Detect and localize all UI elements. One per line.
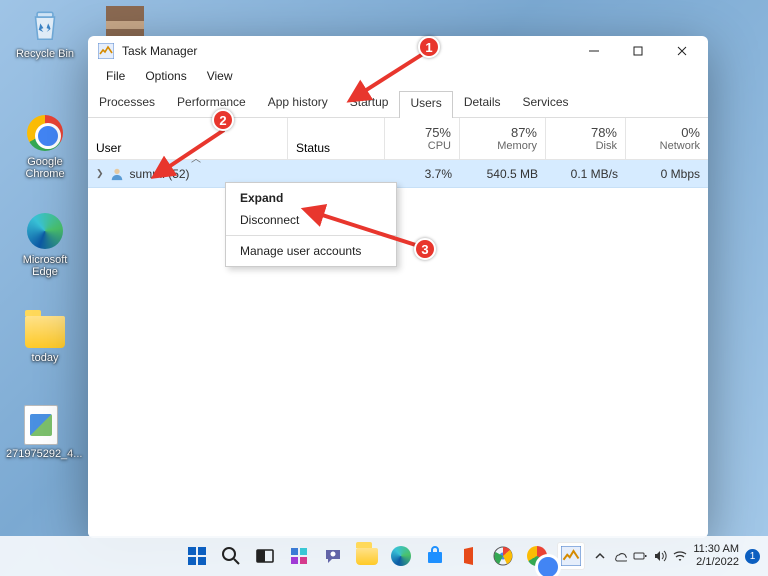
battery-icon[interactable]	[633, 549, 647, 563]
desktop-icon-recycle-bin[interactable]: Recycle Bin	[10, 4, 80, 60]
content-area	[88, 188, 708, 538]
tab-details[interactable]: Details	[453, 90, 512, 117]
clock-date: 2/1/2022	[693, 556, 739, 569]
user-name: summi (52)	[130, 167, 190, 181]
start-button[interactable]	[183, 542, 211, 570]
tabbar: Processes Performance App history Startu…	[88, 90, 708, 118]
disk-pct: 78%	[591, 125, 617, 140]
store-button[interactable]	[421, 542, 449, 570]
mem-label: Memory	[497, 140, 537, 152]
ctx-separator	[226, 235, 396, 236]
clock-time: 11:30 AM	[693, 543, 739, 556]
desktop-icon-image-file[interactable]: 271975292_4...	[6, 404, 76, 460]
window-title: Task Manager	[122, 44, 572, 58]
browser-taskbar[interactable]	[489, 542, 517, 570]
annotation-badge-1: 1	[418, 36, 440, 58]
menubar: File Options View	[88, 66, 708, 90]
user-disk: 0.1 MB/s	[546, 167, 626, 181]
task-manager-taskbar[interactable]	[557, 542, 585, 570]
column-network[interactable]: 0%Network	[626, 118, 708, 159]
clock[interactable]: 11:30 AM 2/1/2022	[693, 543, 739, 568]
widgets-button[interactable]	[285, 542, 313, 570]
context-menu: Expand Disconnect Manage user accounts	[225, 182, 397, 267]
desktop-icon-edge[interactable]: Microsoft Edge	[10, 210, 80, 278]
office-button[interactable]	[455, 542, 483, 570]
annotation-badge-3: 3	[414, 238, 436, 260]
wifi-icon[interactable]	[673, 549, 687, 563]
ctx-manage-accounts[interactable]: Manage user accounts	[226, 240, 396, 262]
maximize-button[interactable]	[616, 37, 660, 65]
tab-processes[interactable]: Processes	[88, 90, 166, 117]
menu-options[interactable]: Options	[135, 66, 196, 90]
column-status-label: Status	[296, 141, 384, 155]
menu-view[interactable]: View	[197, 66, 243, 90]
column-status[interactable]: Status	[288, 118, 385, 159]
chat-button[interactable]	[319, 542, 347, 570]
taskbar: 11:30 AM 2/1/2022 1	[0, 536, 768, 576]
desktop-icon-folder-today[interactable]: today	[10, 308, 80, 364]
cpu-label: CPU	[428, 140, 451, 152]
notification-badge[interactable]: 1	[745, 549, 760, 564]
desktop-icon-label: today	[10, 352, 80, 364]
system-tray[interactable]: 11:30 AM 2/1/2022 1	[593, 543, 760, 568]
close-button[interactable]	[660, 37, 704, 65]
chevron-up-icon: ︿	[96, 150, 296, 165]
edge-icon	[24, 210, 66, 252]
volume-icon[interactable]	[653, 549, 667, 563]
folder-icon	[24, 308, 66, 350]
user-icon	[110, 167, 124, 181]
column-headers: ︿ User Status 75%CPU 87%Memory 78%Disk 0…	[88, 118, 708, 160]
desktop-icon-label: Recycle Bin	[10, 48, 80, 60]
column-user[interactable]: ︿ User	[88, 118, 288, 159]
minimize-button[interactable]	[572, 37, 616, 65]
image-file-icon	[20, 404, 62, 446]
net-pct: 0%	[681, 125, 700, 140]
annotation-badge-2: 2	[212, 109, 234, 131]
desktop-icon-label: Google Chrome	[10, 156, 80, 180]
chevron-up-icon[interactable]	[593, 549, 607, 563]
tab-app-history[interactable]: App history	[257, 90, 339, 117]
tab-startup[interactable]: Startup	[339, 90, 400, 117]
tab-users[interactable]: Users	[399, 91, 452, 118]
desktop-icon-label: 271975292_4...	[6, 448, 76, 460]
task-view-button[interactable]	[251, 542, 279, 570]
disk-label: Disk	[596, 140, 617, 152]
column-memory[interactable]: 87%Memory	[460, 118, 546, 159]
desktop-icon-label: Microsoft Edge	[10, 254, 80, 278]
ctx-expand[interactable]: Expand	[226, 187, 396, 209]
tab-services[interactable]: Services	[512, 90, 580, 117]
onedrive-icon[interactable]	[613, 549, 627, 563]
mem-pct: 87%	[511, 125, 537, 140]
user-cpu: 3.7%	[385, 167, 460, 181]
app-icon	[98, 43, 114, 59]
file-explorer-button[interactable]	[353, 542, 381, 570]
ctx-disconnect[interactable]: Disconnect	[226, 209, 396, 231]
titlebar[interactable]: Task Manager	[88, 36, 708, 66]
chrome-icon	[24, 112, 66, 154]
recycle-bin-icon	[24, 4, 66, 46]
column-cpu[interactable]: 75%CPU	[385, 118, 460, 159]
tab-performance[interactable]: Performance	[166, 90, 257, 117]
net-label: Network	[660, 140, 700, 152]
task-manager-window: Task Manager File Options View Processes…	[88, 36, 708, 538]
user-mem: 540.5 MB	[460, 167, 546, 181]
desktop-icon-chrome[interactable]: Google Chrome	[10, 112, 80, 180]
edge-taskbar[interactable]	[387, 542, 415, 570]
cpu-pct: 75%	[425, 125, 451, 140]
chevron-right-icon[interactable]: ❯	[96, 168, 104, 179]
chrome-taskbar[interactable]	[523, 542, 551, 570]
user-net: 0 Mbps	[626, 167, 708, 181]
search-button[interactable]	[217, 542, 245, 570]
column-disk[interactable]: 78%Disk	[546, 118, 626, 159]
menu-file[interactable]: File	[96, 66, 135, 90]
